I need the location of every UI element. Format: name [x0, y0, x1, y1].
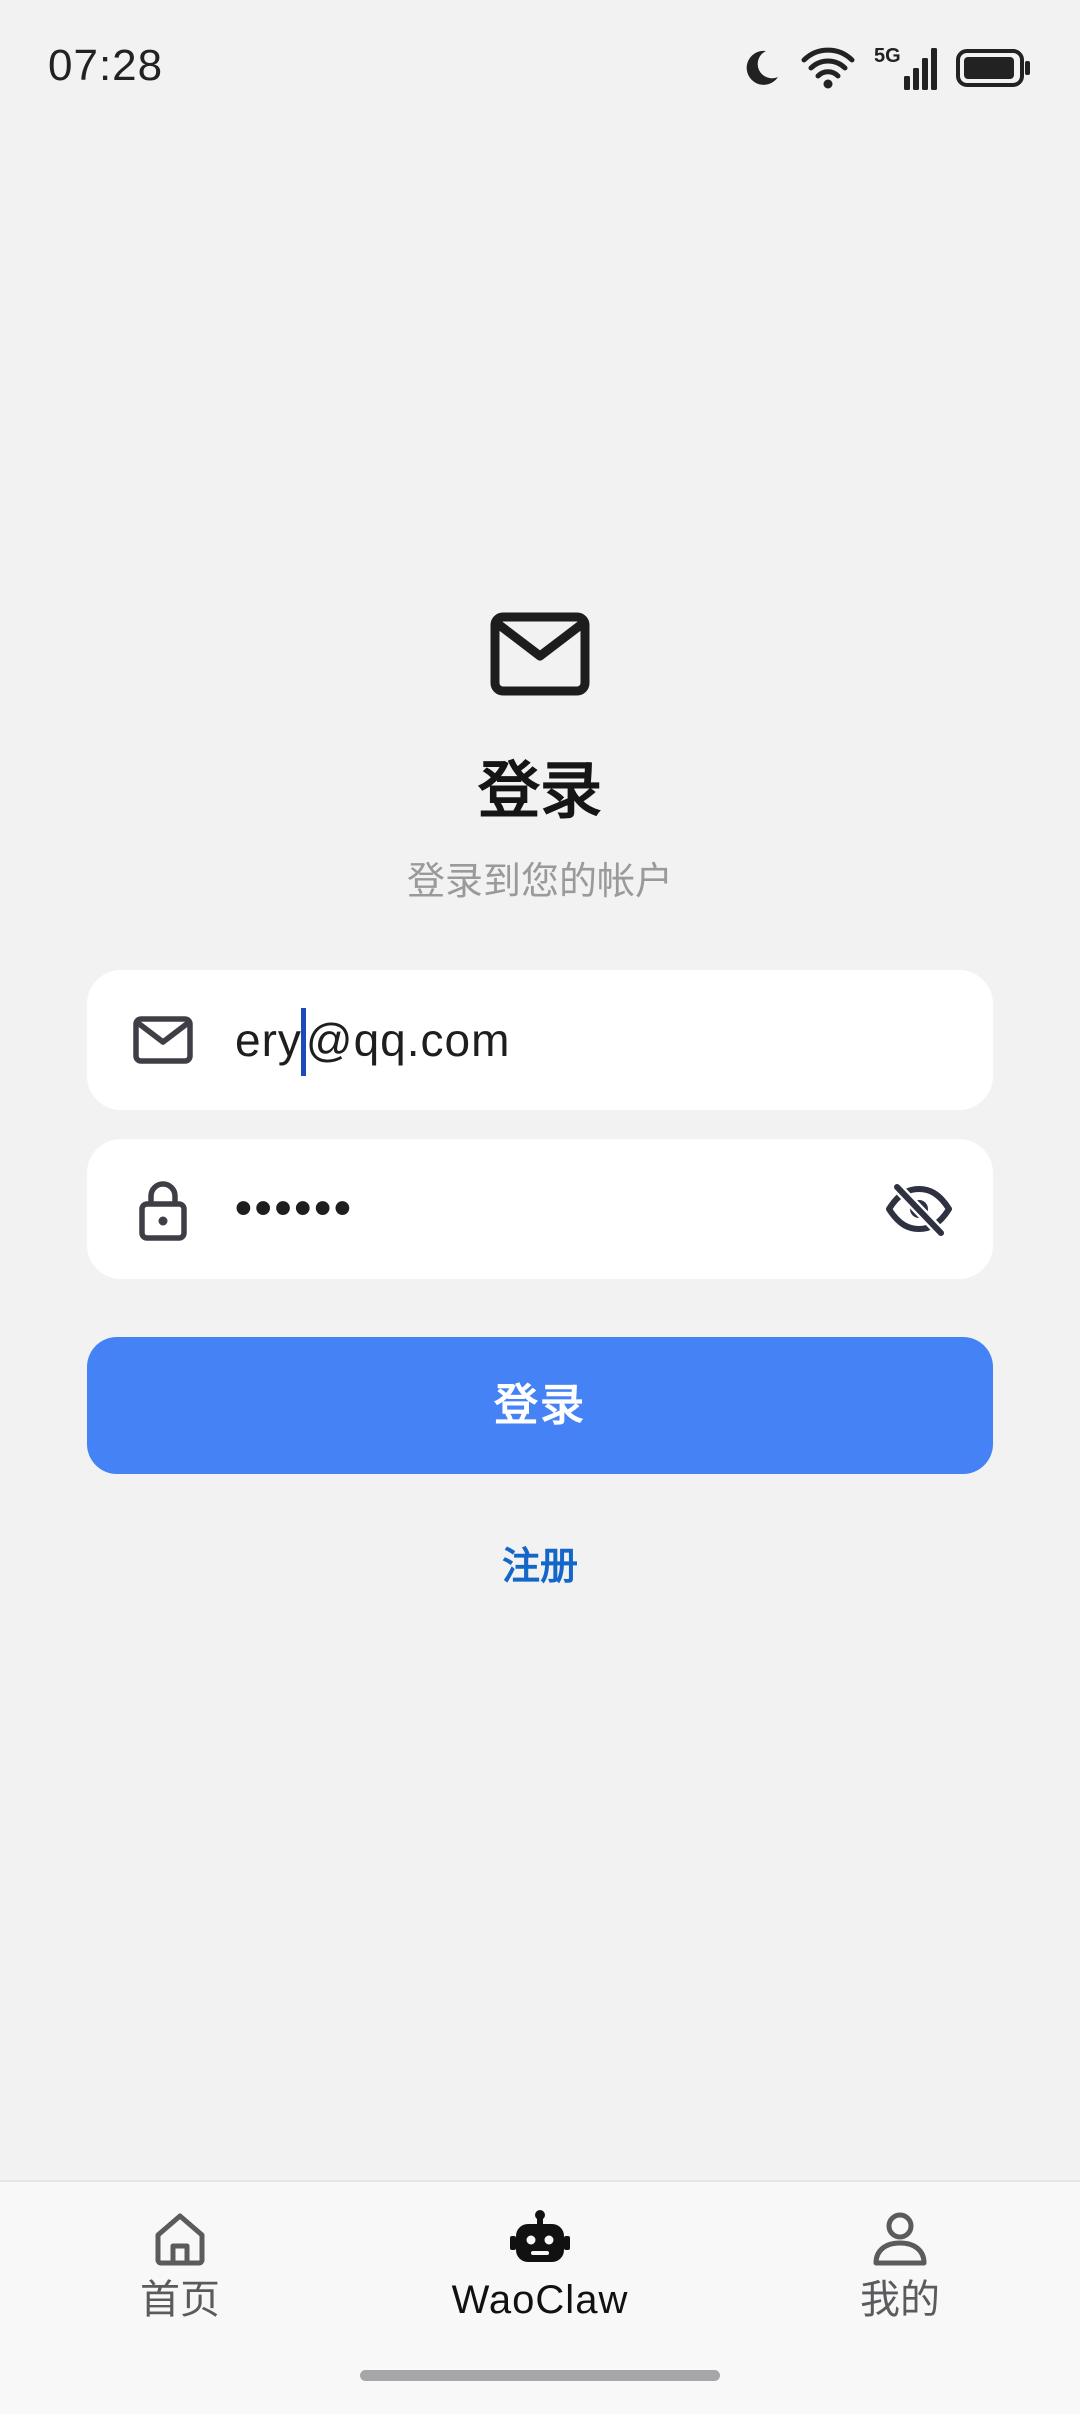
- nav-item-profile[interactable]: 我的: [750, 2208, 1050, 2328]
- text-caret: [300, 1008, 306, 1076]
- toggle-password-visibility-button[interactable]: [881, 1171, 957, 1247]
- page-subtitle: 登录到您的帐户: [406, 861, 673, 903]
- home-indicator[interactable]: [360, 2370, 720, 2381]
- nav-item-home[interactable]: 首页: [30, 2208, 330, 2328]
- email-input[interactable]: ery@qq.com: [235, 1006, 511, 1076]
- eye-off-icon: [886, 1181, 952, 1237]
- password-field[interactable]: ••••••: [87, 1139, 993, 1279]
- home-icon: [155, 2213, 205, 2266]
- nav-item-waoclaw[interactable]: WaoClaw: [390, 2208, 690, 2328]
- login-area: 登录 登录到您的帐户 ery@qq.com •••••• 登录 注册: [0, 0, 1080, 2180]
- lock-icon: [139, 1181, 187, 1241]
- person-icon: [873, 2212, 927, 2266]
- password-input[interactable]: ••••••: [235, 1175, 354, 1243]
- nav-label-home: 首页: [140, 2278, 220, 2322]
- mail-icon: [490, 612, 590, 696]
- nav-label-waoclaw: WaoClaw: [451, 2278, 629, 2322]
- register-link[interactable]: 注册: [0, 1540, 1080, 1594]
- email-text-before-caret: ery: [235, 1014, 302, 1066]
- login-button[interactable]: 登录: [87, 1337, 993, 1474]
- mail-icon: [133, 1016, 193, 1064]
- email-text-after-caret: @qq.com: [305, 1014, 511, 1066]
- nav-label-profile: 我的: [860, 2278, 940, 2322]
- page-title: 登录: [477, 757, 602, 826]
- robot-icon: [510, 2210, 570, 2262]
- email-field[interactable]: ery@qq.com: [87, 970, 993, 1110]
